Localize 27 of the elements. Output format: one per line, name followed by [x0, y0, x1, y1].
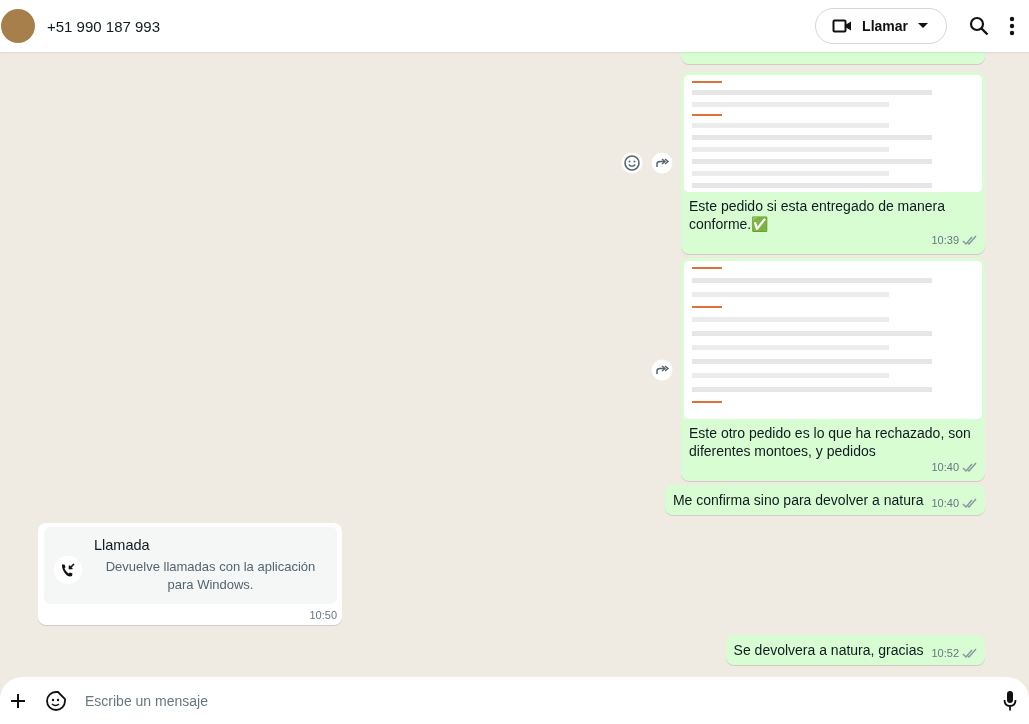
call-button[interactable]: Llamar: [815, 8, 947, 44]
avatar[interactable]: [1, 9, 35, 43]
missed-call-icon: [54, 555, 82, 584]
message-text: Este pedido si esta entregado de manera conforme.✅: [689, 197, 947, 233]
message-time: 10:52: [931, 646, 959, 661]
forward-icon[interactable]: [651, 152, 673, 174]
message-time: 10:40: [931, 460, 959, 475]
plus-icon[interactable]: [9, 691, 27, 710]
contact-name[interactable]: +51 990 187 993: [47, 17, 161, 35]
caret-icon: [918, 23, 928, 29]
message-time: 10:39: [931, 233, 959, 248]
message-time: 10:40: [931, 496, 959, 511]
message-input[interactable]: Escribe un mensaje: [85, 692, 985, 709]
message-text: Me confirma sino para devolver a natura: [672, 491, 924, 509]
sticker-icon[interactable]: [45, 689, 67, 712]
video-camera-icon: [832, 18, 853, 34]
menu-icon[interactable]: [1009, 16, 1015, 36]
microphone-icon[interactable]: [1003, 689, 1017, 712]
forward-icon[interactable]: [651, 358, 673, 381]
message-text: Se devolvera a natura, gracias: [733, 641, 924, 659]
call-title: Llamada: [94, 537, 151, 553]
search-icon[interactable]: [969, 16, 989, 36]
message-time: 10:50: [309, 609, 337, 621]
message-composer[interactable]: Escribe un mensaje: [0, 677, 1029, 724]
call-description: Devuelve llamadas con la aplicación para Windows.: [104, 558, 317, 594]
emoji-icon[interactable]: [621, 152, 643, 174]
message-text: Este otro pedido es lo que ha rechazado, son diferentes montoes, y pedidos: [689, 424, 972, 460]
